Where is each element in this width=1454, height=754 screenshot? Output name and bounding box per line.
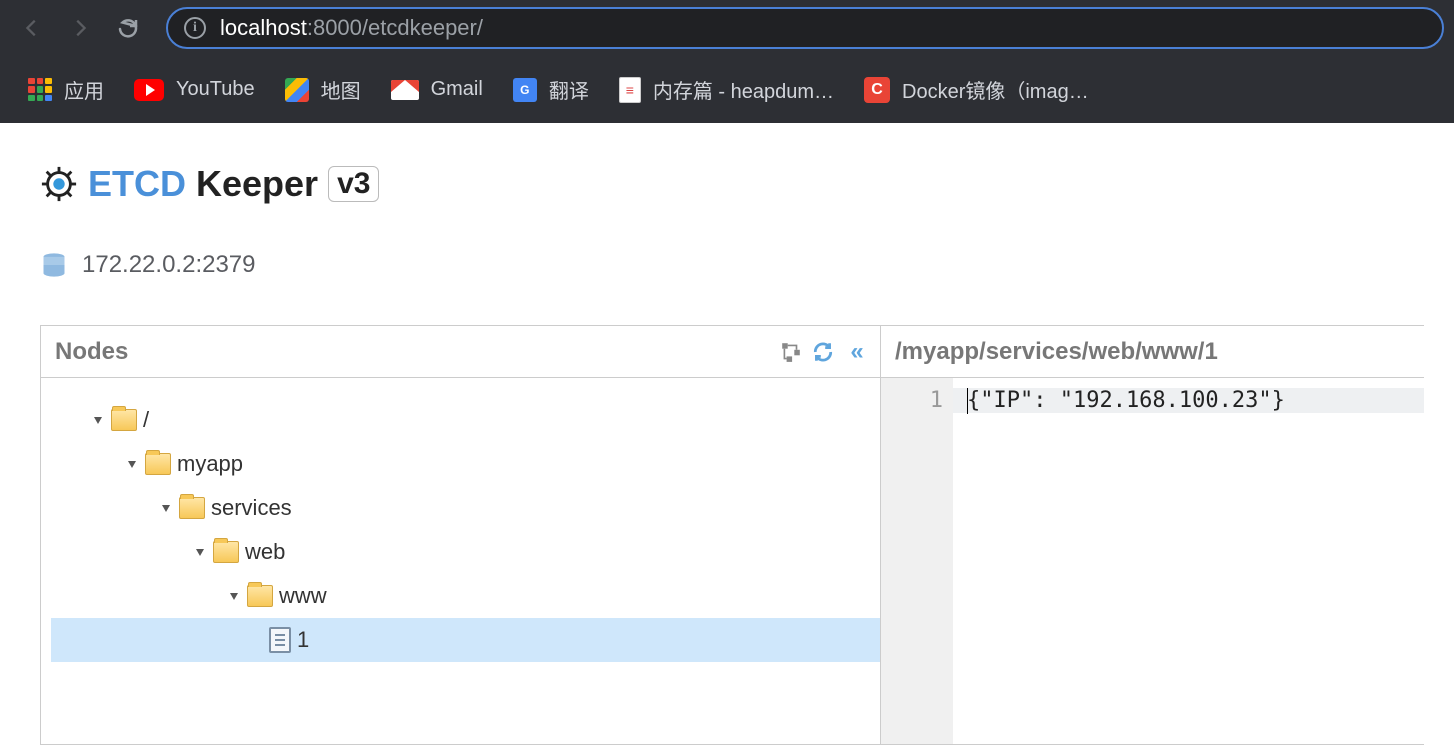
tree-node-leaf-1[interactable]: 1 <box>51 618 880 662</box>
editor[interactable]: 1 {"IP": "192.168.100.23"} <box>881 378 1424 744</box>
bookmark-label: 内存篇 - heapdum… <box>653 75 834 104</box>
bookmark-gmail[interactable]: Gmail <box>391 78 483 101</box>
tree-label: www <box>279 583 327 609</box>
bookmark-label: 应用 <box>64 75 104 104</box>
browser-chrome: i localhost:8000/etcdkeeper/ 应用 YouTube … <box>0 0 1454 123</box>
back-button[interactable] <box>10 6 54 50</box>
tree-node-root[interactable]: / <box>51 398 880 442</box>
folder-icon <box>111 409 137 431</box>
panel-actions: « <box>780 341 866 363</box>
bookmarks-bar: 应用 YouTube 地图 Gmail G 翻译 ≡ 内存篇 - heapdum… <box>0 56 1454 123</box>
refresh-icon[interactable] <box>812 341 834 363</box>
nodes-panel-title: Nodes <box>55 338 128 366</box>
tree-toggle-icon[interactable] <box>193 545 207 559</box>
folder-icon <box>213 541 239 563</box>
code-line: {"IP": "192.168.100.23"} <box>953 388 1424 413</box>
gmail-icon <box>391 80 419 100</box>
file-icon <box>269 627 291 653</box>
bookmark-label: 翻译 <box>549 75 589 104</box>
database-icon <box>40 251 68 279</box>
app-title: ETCD Keeper v3 <box>40 163 1424 205</box>
hierarchy-icon[interactable] <box>780 341 802 363</box>
detail-panel-header: /myapp/services/web/www/1 <box>881 326 1424 378</box>
bookmark-youtube[interactable]: YouTube <box>134 78 255 101</box>
bookmark-apps[interactable]: 应用 <box>28 75 104 104</box>
bookmark-label: Docker镜像（imag… <box>902 75 1089 104</box>
url-text: localhost:8000/etcdkeeper/ <box>220 15 483 41</box>
nav-row: i localhost:8000/etcdkeeper/ <box>0 0 1454 56</box>
bookmark-label: Gmail <box>431 78 483 101</box>
tree-node-www[interactable]: www <box>51 574 880 618</box>
site-info-icon[interactable]: i <box>184 17 206 39</box>
tree-toggle-icon[interactable] <box>227 589 241 603</box>
url-host: localhost <box>220 15 307 40</box>
tree-label: services <box>211 495 292 521</box>
youtube-icon <box>134 79 164 101</box>
code-area[interactable]: {"IP": "192.168.100.23"} <box>953 378 1424 744</box>
bookmark-label: 地图 <box>321 75 361 104</box>
reload-icon <box>116 16 140 40</box>
folder-icon <box>145 453 171 475</box>
tree: / myapp services <box>41 378 880 662</box>
server-address: 172.22.0.2:2379 <box>82 251 256 279</box>
tree-label: myapp <box>177 451 243 477</box>
detail-path: /myapp/services/web/www/1 <box>895 338 1218 366</box>
folder-icon <box>247 585 273 607</box>
bookmark-docker[interactable]: C Docker镜像（imag… <box>864 75 1089 104</box>
panels: Nodes « / <box>40 325 1424 745</box>
editor-gutter: 1 <box>881 378 953 744</box>
collapse-icon[interactable]: « <box>844 341 866 363</box>
app-content: ETCD Keeper v3 172.22.0.2:2379 Nodes « <box>0 123 1454 745</box>
forward-icon <box>69 17 91 39</box>
apps-icon <box>28 78 52 102</box>
forward-button[interactable] <box>58 6 102 50</box>
maps-icon <box>285 78 309 102</box>
url-path: /etcdkeeper/ <box>362 15 483 40</box>
tree-node-myapp[interactable]: myapp <box>51 442 880 486</box>
server-address-row: 172.22.0.2:2379 <box>40 251 1424 279</box>
tree-node-services[interactable]: services <box>51 486 880 530</box>
bookmark-translate[interactable]: G 翻译 <box>513 75 589 104</box>
translate-icon: G <box>513 78 537 102</box>
tree-toggle-icon[interactable] <box>125 457 139 471</box>
tree-label: / <box>143 407 149 433</box>
gutter-line-number: 1 <box>881 388 943 413</box>
address-bar[interactable]: i localhost:8000/etcdkeeper/ <box>166 7 1444 49</box>
bookmark-maps[interactable]: 地图 <box>285 75 361 104</box>
app-logo-icon <box>40 165 78 203</box>
tree-toggle-icon[interactable] <box>159 501 173 515</box>
tree-node-web[interactable]: web <box>51 530 880 574</box>
bookmark-heapdump[interactable]: ≡ 内存篇 - heapdum… <box>619 75 834 104</box>
doc-icon: ≡ <box>619 77 641 103</box>
version-badge: v3 <box>328 166 379 202</box>
tree-label: 1 <box>297 627 309 653</box>
detail-panel: /myapp/services/web/www/1 1 {"IP": "192.… <box>880 325 1424 745</box>
title-brand: ETCD <box>88 163 186 205</box>
nodes-panel-header: Nodes « <box>41 326 880 378</box>
folder-icon <box>179 497 205 519</box>
c-icon: C <box>864 77 890 103</box>
bookmark-label: YouTube <box>176 78 255 101</box>
nodes-panel: Nodes « / <box>40 325 880 745</box>
back-icon <box>21 17 43 39</box>
tree-label: web <box>245 539 285 565</box>
tree-toggle-icon[interactable] <box>91 413 105 427</box>
title-name: Keeper <box>196 163 318 205</box>
reload-button[interactable] <box>106 6 150 50</box>
url-port: :8000 <box>307 15 362 40</box>
